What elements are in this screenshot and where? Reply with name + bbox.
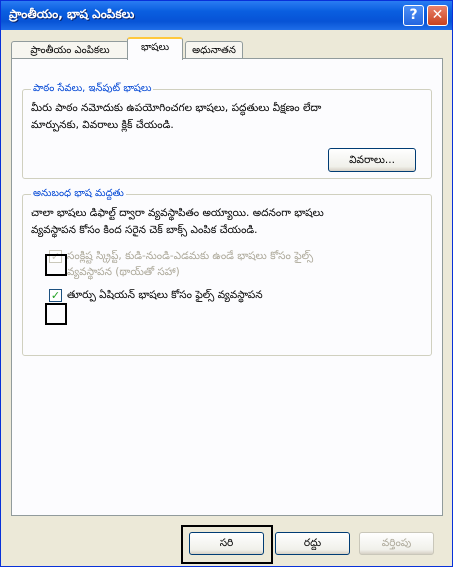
supplemental-legend: అనుబంధ భాష మద్దతు <box>31 187 126 201</box>
close-icon: ✕ <box>431 7 444 23</box>
text-services-legend: పాఠం సేవలు, ఇన్‌పుట్ భాషలు <box>31 82 154 96</box>
checkmark-icon: ✓ <box>50 289 61 302</box>
details-button[interactable]: వివరాలు... <box>328 148 416 172</box>
apply-button-label: వర్తింపు <box>381 537 412 549</box>
east-asian-checkbox[interactable]: ✓ <box>49 289 62 302</box>
ok-button[interactable]: సరి <box>189 532 264 555</box>
details-button-label: వివరాలు... <box>349 154 395 166</box>
regional-language-options-dialog: ప్రాంతీయం, భాష ఎంపికలు ? ✕ ప్రాంతీయం ఎంప… <box>0 0 453 567</box>
east-asian-label: తూర్పు ఏషియన్ భాషలు కోసం ఫైల్స్ వ్యవస్థా… <box>67 289 263 301</box>
supplemental-description-line2: వ్యవస్థాపన కోసం కింద సరైన చెక్ బాక్స్ ఎం… <box>31 224 258 236</box>
question-mark-icon: ? <box>409 7 418 23</box>
complex-script-checkbox[interactable]: ✓ <box>49 250 62 263</box>
tab-languages[interactable]: భాషలు <box>127 37 183 60</box>
cancel-button-label: రద్దు <box>303 537 322 549</box>
tab-advanced[interactable]: అధునాతన <box>185 41 243 59</box>
text-services-group: పాఠం సేవలు, ఇన్‌పుట్ భాషలు మీరు పాఠం నమో… <box>22 82 432 179</box>
text-services-description-line1: మీరు పాఠం నమోదుకు ఉపయోగించగల భాషలు, పద్ధ… <box>31 102 322 114</box>
close-button[interactable]: ✕ <box>427 5 448 26</box>
text-services-description-line2: మార్పునకు, వివరాలు క్లిక్ చేయండి. <box>31 119 174 131</box>
tab-label: అధునాతన <box>192 45 236 56</box>
complex-script-label-line1: సంక్లిష్ట స్క్రిప్ట్, కుడి-నుండి-ఎడమకు ఉ… <box>67 250 314 262</box>
supplemental-language-support-group: అనుబంధ భాష మద్దతు చాలా భాషలు డిఫాల్ట్ ద్… <box>22 187 432 356</box>
help-button[interactable]: ? <box>403 5 424 26</box>
complex-script-label-line2: వ్యవస్థాపన (థాయ్‌తో సహా) <box>67 266 180 278</box>
window-title: ప్రాంతీయం, భాష ఎంపికలు <box>9 7 135 21</box>
cancel-button[interactable]: రద్దు <box>275 532 350 555</box>
apply-button[interactable]: వర్తింపు <box>359 532 434 555</box>
languages-tab-panel: పాఠం సేవలు, ఇన్‌పుట్ భాషలు మీరు పాఠం నమో… <box>11 58 443 516</box>
supplemental-description-line1: చాలా భాషలు డిఫాల్ట్ ద్వారా వ్యవస్థాపితం … <box>31 207 324 219</box>
tab-label: భాషలు <box>140 42 170 53</box>
ok-button-label: సరి <box>219 537 234 549</box>
tab-label: ప్రాంతీయం ఎంపికలు <box>30 45 110 56</box>
checkmark-icon: ✓ <box>50 250 61 263</box>
title-bar[interactable]: ప్రాంతీయం, భాష ఎంపికలు ? ✕ <box>1 1 452 30</box>
tab-regional-options[interactable]: ప్రాంతీయం ఎంపికలు <box>11 41 129 59</box>
